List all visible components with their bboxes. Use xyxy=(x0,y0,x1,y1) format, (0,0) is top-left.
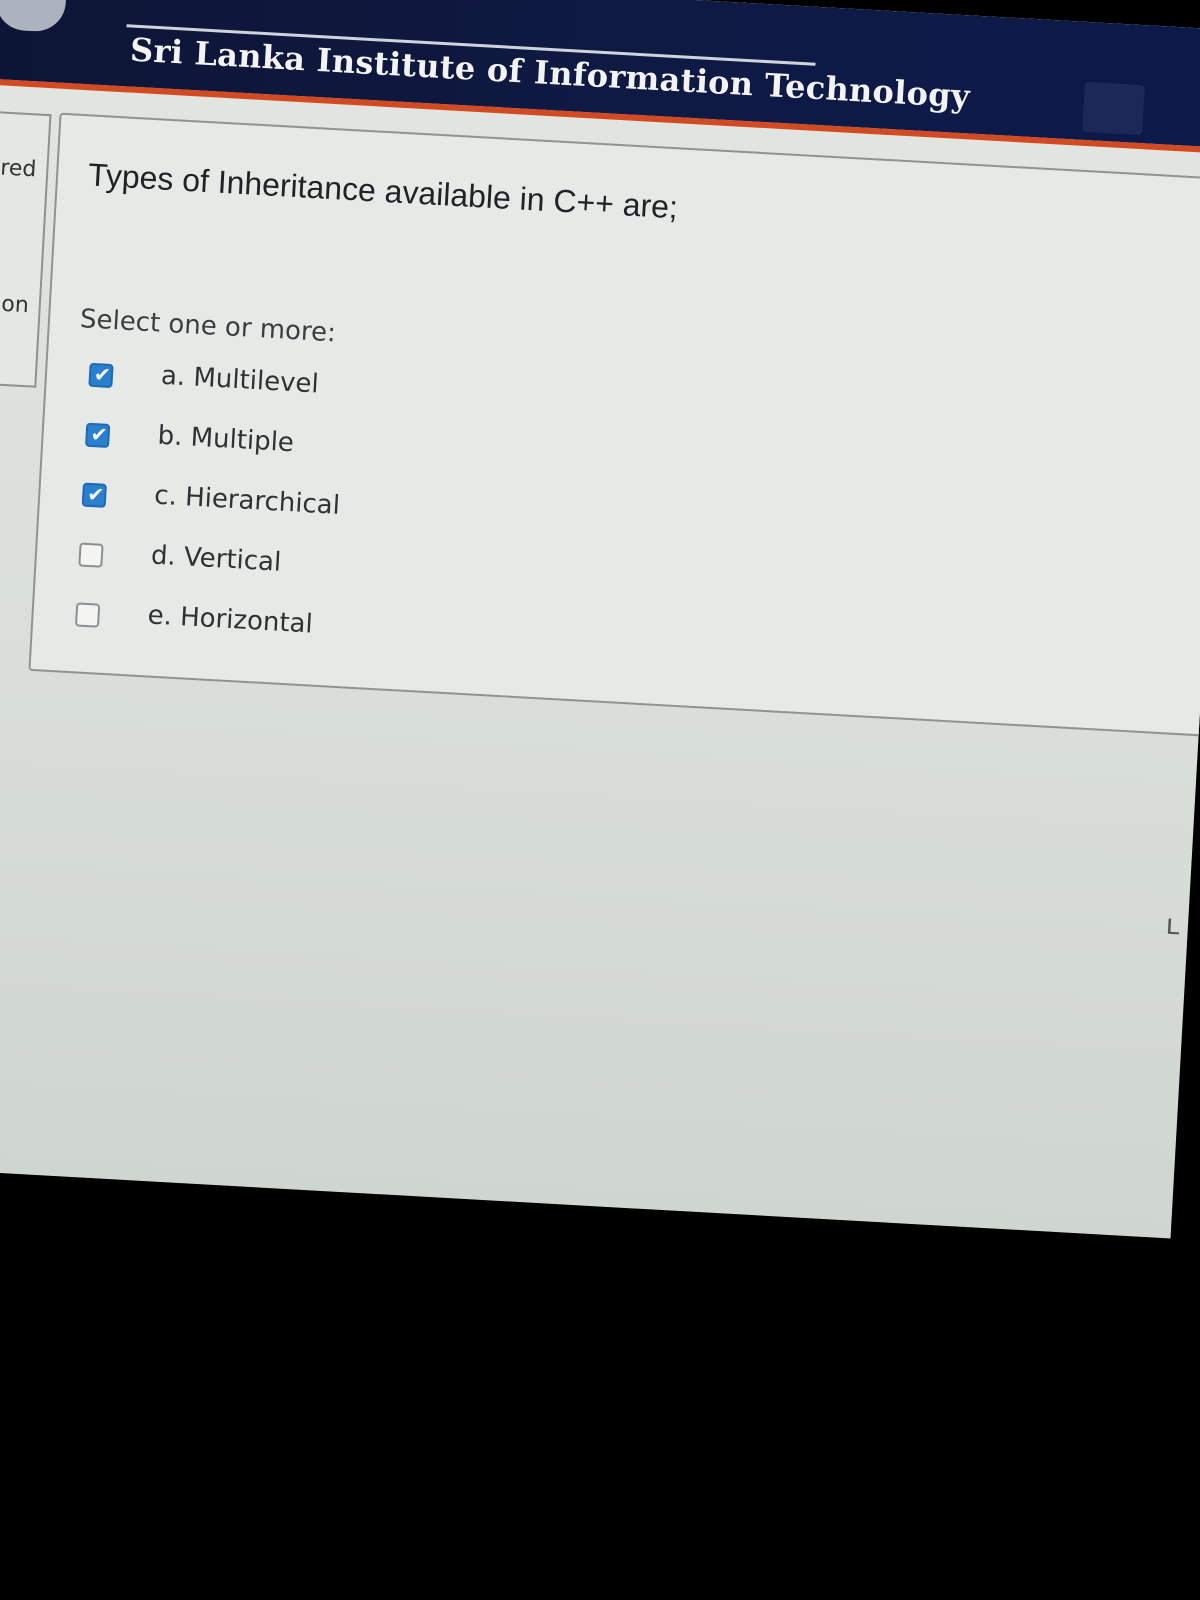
check-icon: ✔ xyxy=(93,362,112,387)
answer-options: ✔ a. Multilevel ✔ b. Multiple ✔ c. Hiera… xyxy=(73,357,689,690)
cursor-fragment: ʟ xyxy=(1164,907,1181,942)
option-c-checkbox[interactable]: ✔ xyxy=(81,481,107,508)
check-icon: ✔ xyxy=(86,481,105,507)
option-b-label[interactable]: b. Multiple xyxy=(157,421,295,459)
header-decoration xyxy=(1082,81,1145,136)
quiz-page: Sri Lanka Institute of Information Techn… xyxy=(0,0,1200,1239)
question-text: Types of Inheritance available in C++ ar… xyxy=(87,156,679,226)
site-title: Sri Lanka Institute of Information Techn… xyxy=(129,30,971,116)
check-icon: ✔ xyxy=(90,421,109,447)
question-info-panel: ered ion xyxy=(0,109,52,388)
info-fragment-top: ered xyxy=(0,154,38,183)
question-card: Types of Inheritance available in C++ ar… xyxy=(28,112,1200,741)
option-a-checkbox[interactable]: ✔ xyxy=(88,362,114,389)
option-a-label[interactable]: a. Multilevel xyxy=(160,361,319,400)
option-e-checkbox[interactable]: ✔ xyxy=(74,602,101,628)
option-b-checkbox[interactable]: ✔ xyxy=(84,421,111,448)
institute-logo xyxy=(0,0,67,33)
info-fragment-bottom: ion xyxy=(0,291,30,319)
answer-instruction: Select one or more: xyxy=(79,304,337,349)
option-d-checkbox[interactable]: ✔ xyxy=(78,542,104,568)
option-d-label[interactable]: d. Vertical xyxy=(150,540,282,577)
photo-of-screen: Sri Lanka Institute of Information Techn… xyxy=(0,0,1200,1600)
